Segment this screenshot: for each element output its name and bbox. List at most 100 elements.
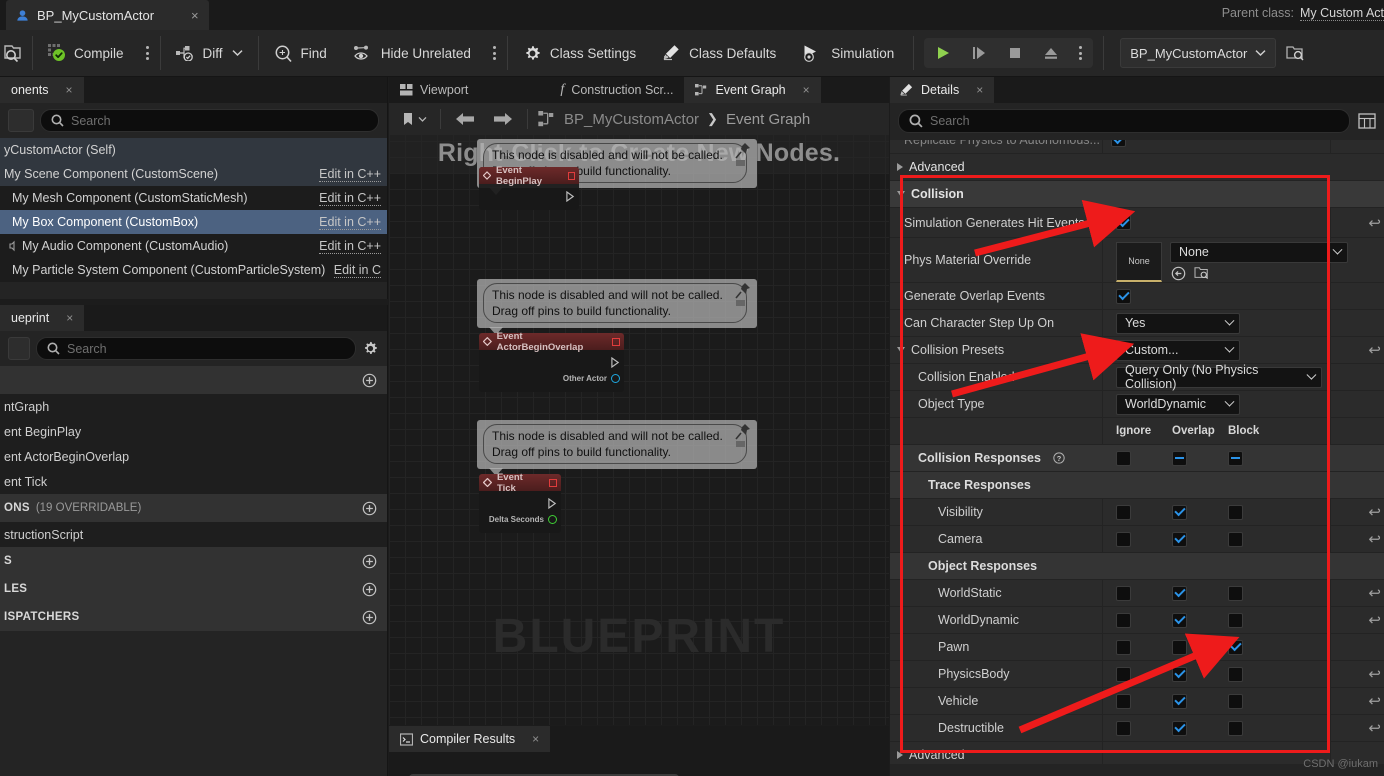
tab-compiler-results[interactable]: Compiler Results × [389, 726, 551, 752]
browse-to-asset-button[interactable] [1276, 30, 1319, 77]
bp-item-event-graph[interactable]: ntGraph [0, 394, 387, 419]
add-macro-icon[interactable] [362, 554, 377, 569]
node-exec-pin-row[interactable] [483, 188, 575, 204]
add-event-dispatcher-icon[interactable] [362, 610, 377, 625]
checkbox[interactable] [1172, 504, 1187, 520]
checkbox[interactable] [1172, 693, 1187, 709]
checkbox[interactable] [1228, 720, 1243, 736]
detail-category-collision[interactable]: Collision [890, 181, 1384, 208]
hide-unrelated-button[interactable]: Hide Unrelated [340, 30, 484, 77]
my-blueprint-settings-gear-icon[interactable] [362, 340, 379, 357]
checkbox[interactable] [1116, 215, 1131, 230]
checkbox[interactable] [1228, 693, 1243, 709]
detail-row-simulation-generates-hit-events[interactable]: Simulation Generates Hit Events ↩ [890, 208, 1384, 238]
detail-category-advanced-top[interactable]: Advanced [890, 154, 1384, 181]
component-row-audio[interactable]: My Audio Component (CustomAudio) Edit in… [0, 234, 387, 258]
detail-row-worldstatic[interactable]: WorldStatic ↩ [890, 580, 1384, 607]
detail-row-destructible[interactable]: Destructible ↩ [890, 715, 1384, 742]
detail-row-worlddynamic[interactable]: WorldDynamic ↩ [890, 607, 1384, 634]
checkbox[interactable] [1116, 693, 1131, 709]
can-character-step-up-dropdown[interactable]: Yes [1116, 312, 1240, 334]
use-selected-asset-icon[interactable] [1171, 266, 1186, 281]
bp-section-event-dispatchers[interactable]: ISPATCHERS [0, 603, 387, 631]
node-delegate-pin[interactable] [612, 337, 620, 346]
node-event-beginplay[interactable]: Event BeginPlay [479, 165, 579, 210]
step-button[interactable] [962, 40, 996, 66]
tab-viewport[interactable]: Viewport [389, 77, 479, 103]
detail-row-physicsbody[interactable]: PhysicsBody ↩ [890, 661, 1384, 688]
add-function-icon[interactable] [362, 501, 377, 516]
reset-to-default-icon[interactable]: ↩ [1368, 611, 1381, 629]
navigate-back-button[interactable] [447, 108, 483, 130]
reset-to-default-icon[interactable]: ↩ [1368, 530, 1381, 548]
phys-material-dropdown[interactable]: None [1170, 241, 1348, 263]
detail-row-vehicle[interactable]: Vehicle ↩ [890, 688, 1384, 715]
play-button[interactable] [926, 40, 960, 66]
detail-row-can-character-step-up-on[interactable]: Can Character Step Up On Yes [890, 310, 1384, 337]
float-pin-icon[interactable] [548, 514, 557, 524]
bp-section-graphs[interactable] [0, 366, 387, 394]
close-icon[interactable]: × [976, 83, 983, 97]
navigate-forward-button[interactable] [485, 108, 521, 130]
reset-to-default-icon[interactable]: ↩ [1368, 665, 1381, 683]
object-type-dropdown[interactable]: WorldDynamic [1116, 393, 1240, 415]
tab-details[interactable]: Details × [890, 77, 995, 103]
checkbox[interactable] [1228, 612, 1243, 628]
compile-button[interactable]: Compile [35, 30, 137, 77]
reset-to-default-icon[interactable]: ↩ [1368, 503, 1381, 521]
checkbox[interactable] [1116, 504, 1131, 520]
bp-item-event-beginplay[interactable]: ent BeginPlay [0, 419, 387, 444]
checkbox[interactable] [1172, 531, 1187, 547]
document-tab-bp-mycustomactor[interactable]: BP_MyCustomActor × [6, 0, 209, 30]
edit-in-cpp-link[interactable]: Edit in C [333, 263, 381, 278]
eject-button[interactable] [1034, 40, 1068, 66]
checkbox[interactable] [1116, 666, 1131, 682]
toolbar-search-button[interactable] [0, 30, 30, 77]
tab-event-graph[interactable]: Event Graph × [684, 77, 821, 103]
add-variable-icon[interactable] [362, 582, 377, 597]
edit-in-cpp-link[interactable]: Edit in C++ [319, 191, 381, 206]
checkbox[interactable] [1228, 639, 1243, 655]
detail-row-pawn[interactable]: Pawn [890, 634, 1384, 661]
checkbox[interactable] [1116, 531, 1131, 547]
close-icon[interactable]: × [803, 83, 810, 97]
collision-presets-dropdown[interactable]: Custom... [1116, 339, 1240, 361]
close-icon[interactable]: × [532, 732, 539, 746]
component-row-box[interactable]: My Box Component (CustomBox) Edit in C++ [0, 210, 387, 234]
hide-unrelated-kebab[interactable] [484, 30, 505, 77]
component-row-mesh[interactable]: My Mesh Component (CustomStaticMesh) Edi… [0, 186, 387, 210]
checkbox[interactable] [1172, 639, 1187, 655]
component-row-scene[interactable]: My Scene Component (CustomScene) Edit in… [0, 162, 387, 186]
compile-options-kebab[interactable] [137, 30, 158, 77]
browse-folder-icon[interactable] [1194, 266, 1210, 281]
help-icon[interactable]: ? [1053, 452, 1065, 464]
checkbox[interactable] [1111, 140, 1126, 147]
chevron-right-icon[interactable] [897, 163, 903, 171]
node-event-tick[interactable]: Event Tick Delta Seconds [479, 472, 561, 533]
bp-item-event-actorbeginoverlap[interactable]: ent ActorBeginOverlap [0, 444, 387, 469]
checkbox[interactable] [1116, 639, 1131, 655]
checkbox[interactable] [1228, 504, 1243, 520]
detail-row-collision-presets[interactable]: Collision Presets Custom... ↩ [890, 337, 1384, 364]
bp-item-event-tick[interactable]: ent Tick [0, 469, 387, 494]
reset-to-default-icon[interactable]: ↩ [1368, 719, 1381, 737]
tab-components[interactable]: onents × [0, 77, 84, 103]
detail-row-camera[interactable]: Camera ↩ [890, 526, 1384, 553]
bp-item-construction-script[interactable]: structionScript [0, 522, 387, 547]
node-pin-row-delta-seconds[interactable]: Delta Seconds [483, 511, 557, 527]
detail-row-phys-material-override[interactable]: Phys Material Override None None [890, 238, 1384, 283]
close-icon[interactable]: × [66, 311, 73, 325]
details-view-options-icon[interactable] [1358, 112, 1376, 130]
bp-section-variables[interactable]: LES [0, 575, 387, 603]
checkbox[interactable] [1116, 585, 1131, 601]
chevron-down-icon[interactable] [897, 347, 905, 353]
checkbox[interactable] [1172, 585, 1187, 601]
checkbox[interactable] [1116, 450, 1131, 466]
my-blueprint-search-input[interactable]: Search [36, 337, 356, 360]
close-icon[interactable]: × [191, 8, 199, 23]
checkbox[interactable] [1172, 450, 1187, 466]
component-row-particle[interactable]: My Particle System Component (CustomPart… [0, 258, 387, 282]
edit-in-cpp-link[interactable]: Edit in C++ [319, 167, 381, 182]
reset-to-default-icon[interactable]: ↩ [1368, 692, 1381, 710]
node-delegate-pin[interactable] [549, 478, 558, 487]
